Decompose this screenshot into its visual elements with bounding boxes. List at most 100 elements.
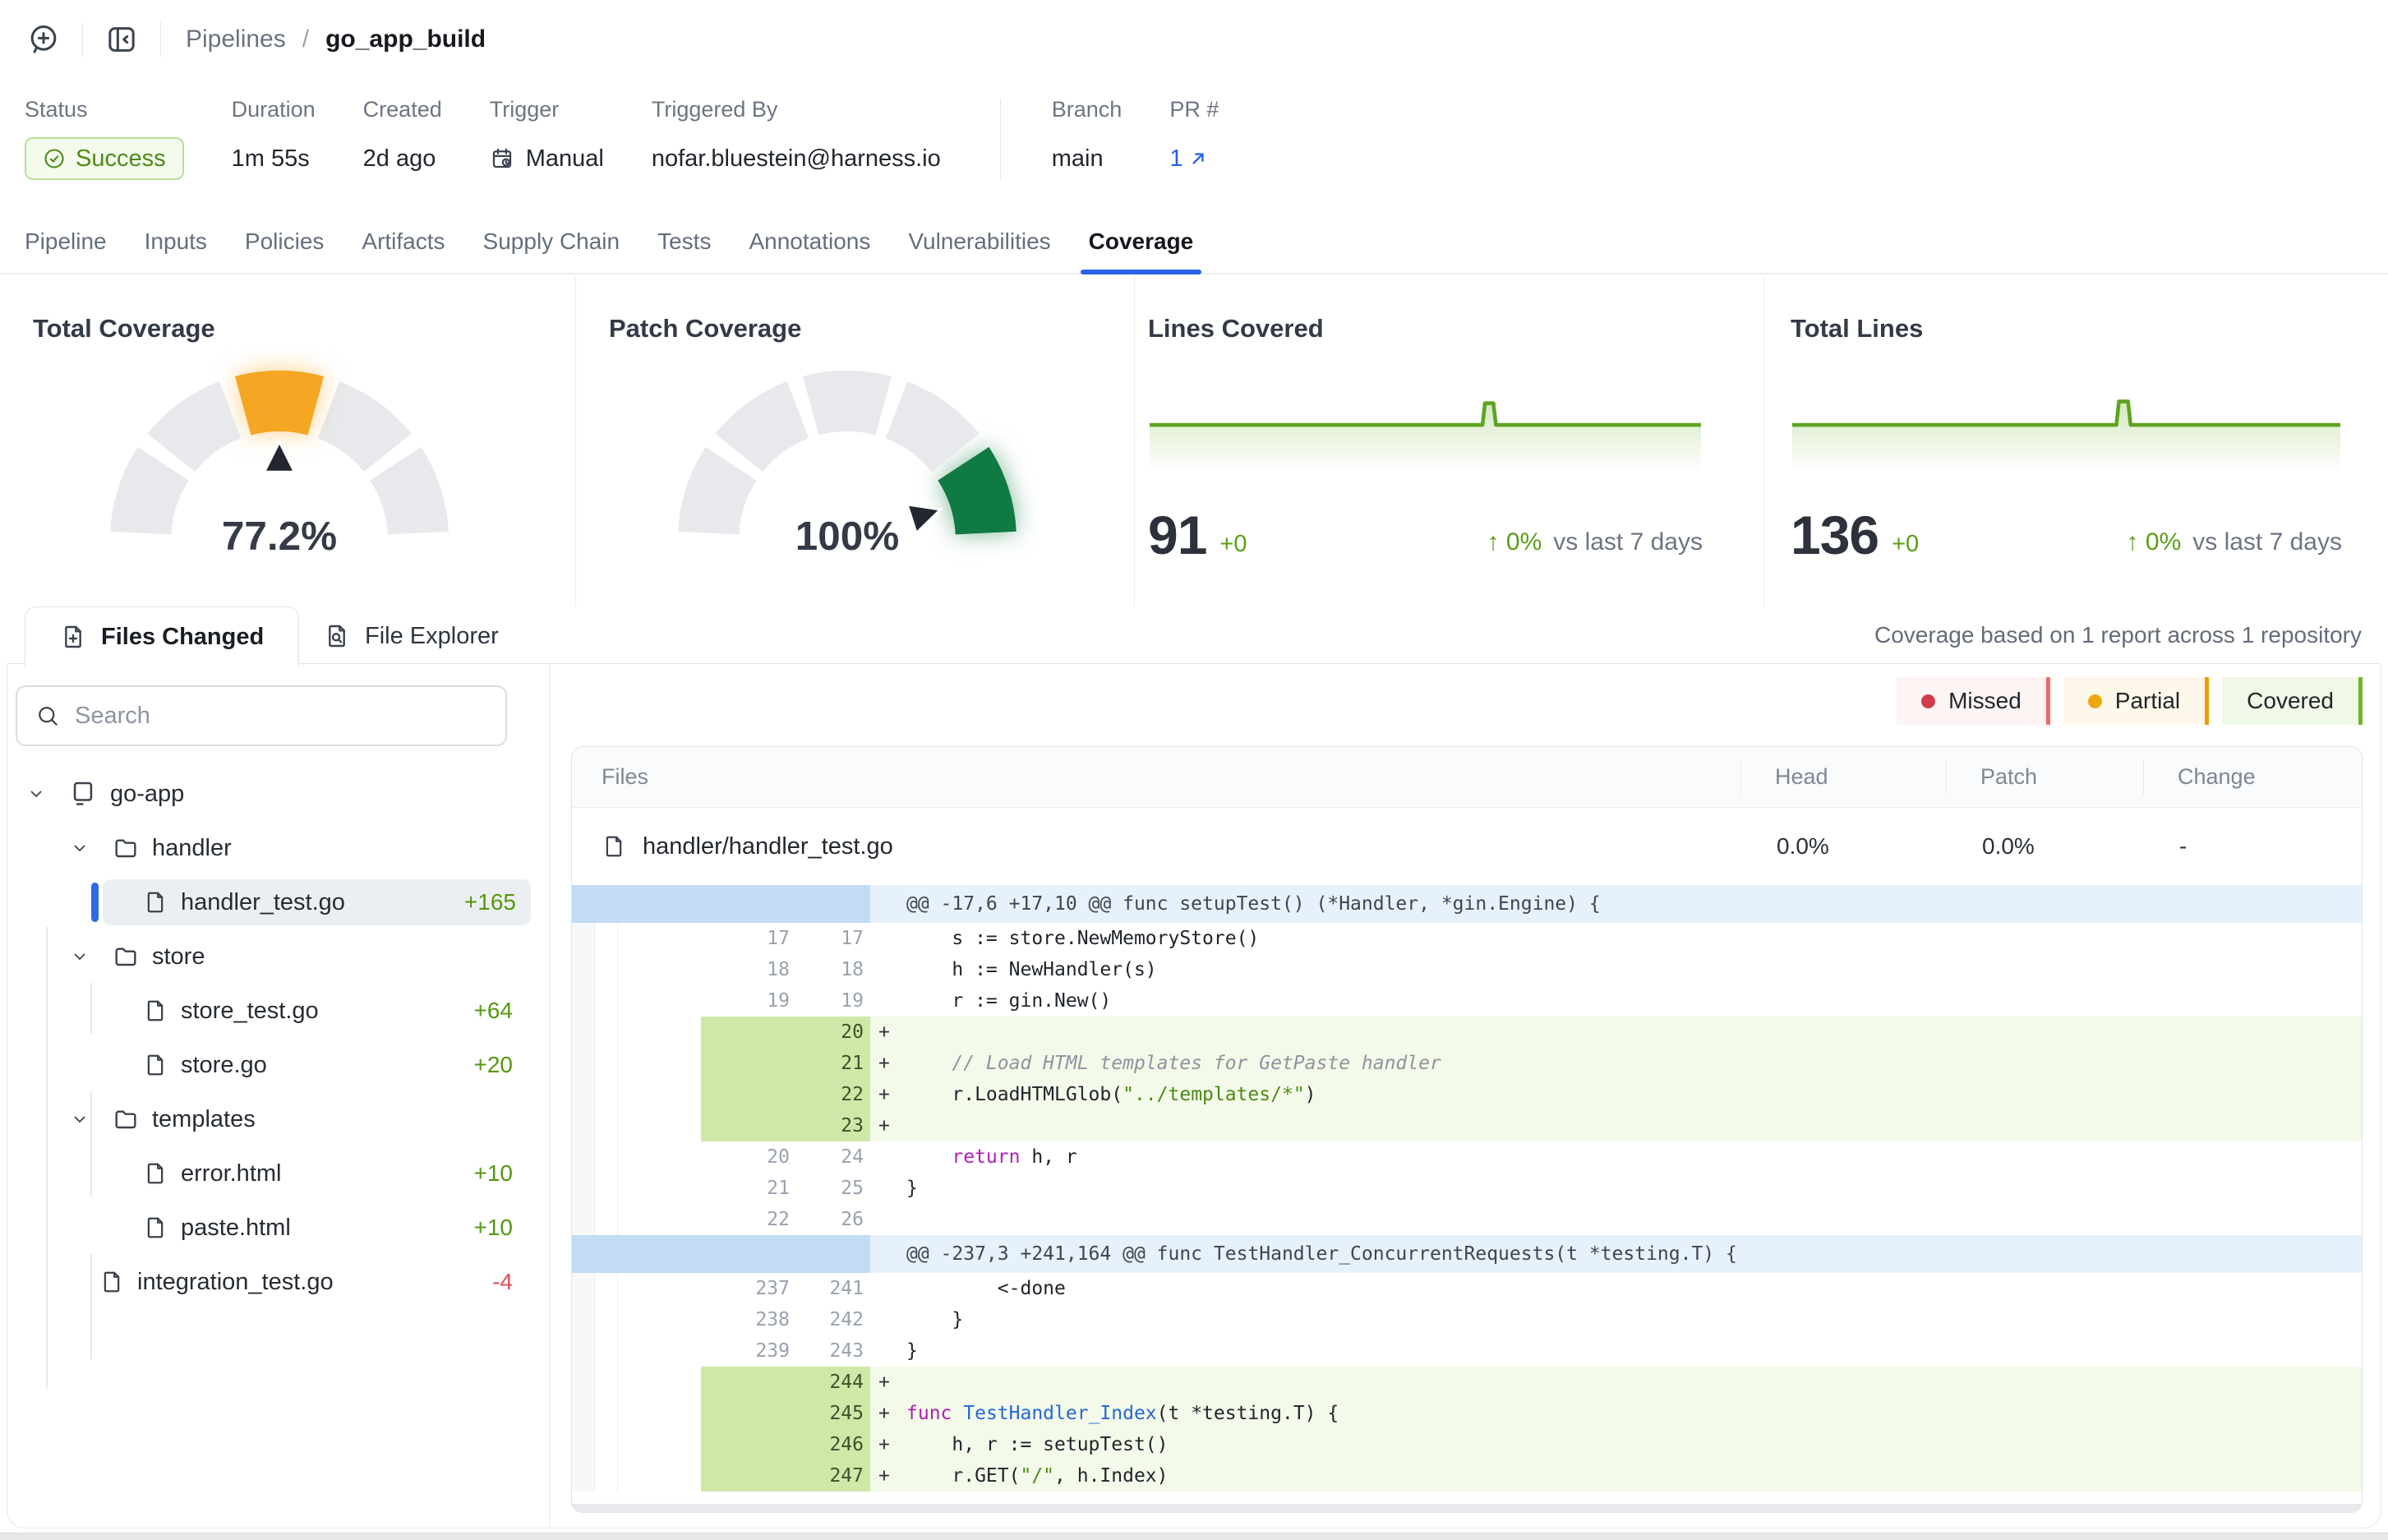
code-text: } (906, 1340, 918, 1362)
diff-line[interactable]: 239243} (572, 1335, 2362, 1367)
total-lines-title: Total Lines (1791, 314, 2342, 344)
file-icon (143, 1161, 168, 1186)
search-box[interactable] (16, 685, 507, 746)
diff-line[interactable]: 20+ (572, 1017, 2362, 1048)
coverage-gutter-col (595, 1173, 618, 1204)
tab-files-changed[interactable]: Files Changed (25, 606, 299, 666)
meta-duration: Duration 1m 55s (232, 97, 316, 180)
repo-icon (69, 780, 97, 808)
patch-coverage-title: Patch Coverage (609, 314, 1085, 344)
diff-line[interactable]: 2125} (572, 1173, 2362, 1204)
coverage-gutter-col (595, 1460, 618, 1492)
gutter-spacer (618, 1460, 701, 1492)
change-count-badge: +64 (474, 998, 514, 1024)
tree-item-paste-html[interactable]: paste.html+10 (7, 1205, 549, 1251)
diff-line[interactable]: 2024 return h, r (572, 1141, 2362, 1173)
patch-value: 0.0% (1946, 833, 2143, 860)
tab-coverage[interactable]: Coverage (1089, 210, 1194, 273)
tab-annotations[interactable]: Annotations (749, 210, 870, 273)
tree-item-store-test-go[interactable]: store_test.go+64 (7, 988, 549, 1034)
new-chat-icon[interactable] (25, 21, 62, 58)
gutter-spacer (618, 985, 701, 1017)
tree-item-store[interactable]: store (7, 934, 549, 980)
diff-line[interactable]: 245+func TestHandler_Index(t *testing.T)… (572, 1398, 2362, 1429)
diff-line[interactable]: 237241 <-done (572, 1273, 2362, 1304)
duration-label: Duration (232, 97, 316, 122)
tree-item-store-go[interactable]: store.go+20 (7, 1042, 549, 1088)
tab-policies[interactable]: Policies (245, 210, 324, 273)
search-input[interactable] (75, 703, 487, 730)
tab-pipeline[interactable]: Pipeline (25, 210, 107, 273)
diff-line[interactable]: 21+ // Load HTML templates for GetPaste … (572, 1048, 2362, 1079)
diff-horizontal-scrollbar[interactable] (572, 1504, 2362, 1512)
new-line-number: 245 (790, 1398, 864, 1429)
diff-line[interactable]: 246+ h, r := setupTest() (572, 1429, 2362, 1460)
tab-inputs[interactable]: Inputs (145, 210, 207, 273)
pr-number-link[interactable]: 1 (1169, 145, 1209, 173)
gutter-spacer (618, 1335, 701, 1367)
file-tree-sidebar: go-app handler handler_test.go+165store sto… (7, 664, 550, 1528)
tree-item-label: handler (152, 835, 232, 862)
diff-line[interactable]: 2226 (572, 1204, 2362, 1235)
lines-covered-title: Lines Covered (1148, 314, 1703, 344)
diff-line[interactable]: 247+ r.GET("/", h.Index) (572, 1460, 2362, 1492)
total-lines-card: Total Lines 136 +0 ↑ 0% vs last 7 days (1763, 276, 2388, 606)
tree-item-error-html[interactable]: error.html+10 (7, 1150, 549, 1196)
tab-supply-chain[interactable]: Supply Chain (483, 210, 620, 273)
files-panel-strip: Files Changed File Explorer Coverage bas… (7, 606, 2381, 664)
gutter-spacer (618, 1398, 701, 1429)
coverage-gutter-col (595, 1110, 618, 1141)
coverage-gutter-col (595, 1273, 618, 1304)
chevron-down-icon[interactable] (70, 947, 90, 966)
breadcrumb-current: go_app_build (325, 25, 486, 53)
file-path: handler/handler_test.go (643, 833, 893, 860)
column-header-patch: Patch (1946, 747, 2143, 807)
tree-item-integration-test-go[interactable]: integration_test.go-4 (7, 1259, 549, 1305)
diff-hunk-gutter (572, 885, 870, 923)
collapse-sidebar-icon[interactable] (103, 21, 141, 58)
diff-line[interactable]: 23+ (572, 1110, 2362, 1141)
coverage-gutter-col (572, 1048, 595, 1079)
patch-coverage-gauge: 100% (654, 350, 1040, 574)
chevron-down-icon[interactable] (70, 838, 90, 858)
tree-item-go-app[interactable]: go-app (7, 771, 549, 817)
tab-artifacts[interactable]: Artifacts (362, 210, 445, 273)
diff-line[interactable]: 244+ (572, 1367, 2362, 1398)
column-header-files: Files (572, 747, 1740, 807)
diff-line[interactable]: 1818 h := NewHandler(s) (572, 954, 2362, 985)
meta-status: Status Success (25, 97, 184, 180)
new-line-number: 247 (790, 1460, 864, 1492)
file-icon (143, 890, 168, 915)
diff-line[interactable]: 1919 r := gin.New() (572, 985, 2362, 1017)
tree-item-handler-test-go[interactable]: handler_test.go+165 (103, 879, 531, 925)
meta-pr: PR # 1 (1169, 97, 1219, 180)
file-row-handler-handler-test-go[interactable]: handler/handler_test.go0.0%0.0%- (572, 808, 2362, 885)
old-line-number: 238 (701, 1304, 790, 1335)
chevron-down-icon[interactable] (70, 1109, 90, 1129)
legend-label: Missed (1948, 688, 2022, 714)
diff-line[interactable]: 1717 s := store.NewMemoryStore() (572, 923, 2362, 954)
diff-line[interactable]: 22+ r.LoadHTMLGlob("../templates/*") (572, 1079, 2362, 1110)
page-bottom-scrollbar[interactable] (0, 1533, 2388, 1540)
old-line-number (701, 1048, 790, 1079)
breadcrumb-pipelines[interactable]: Pipelines (186, 25, 286, 53)
tab-tests[interactable]: Tests (657, 210, 711, 273)
diff-marker: + (870, 1021, 906, 1043)
meta-trigger: Trigger Manual (490, 97, 604, 180)
tab-file-explorer[interactable]: File Explorer (302, 610, 520, 662)
tree-item-handler[interactable]: handler (7, 825, 549, 871)
tab-vulnerabilities[interactable]: Vulnerabilities (908, 210, 1050, 273)
old-line-number: 239 (701, 1335, 790, 1367)
tree-item-templates[interactable]: templates (7, 1096, 549, 1142)
new-line-number: 246 (790, 1429, 864, 1460)
total-coverage-card: Total Coverage 77.2% (0, 276, 575, 606)
code-text: s := store.NewMemoryStore() (906, 928, 1259, 949)
created-label: Created (363, 97, 442, 122)
status-value: Success (76, 145, 166, 173)
diff-line[interactable]: 238242 } (572, 1304, 2362, 1335)
old-line-number: 18 (701, 954, 790, 985)
diff-marker: + (870, 1372, 906, 1393)
tree-item-label: error.html (181, 1160, 281, 1187)
new-line-number: 243 (790, 1335, 864, 1367)
chevron-down-icon[interactable] (26, 784, 46, 804)
